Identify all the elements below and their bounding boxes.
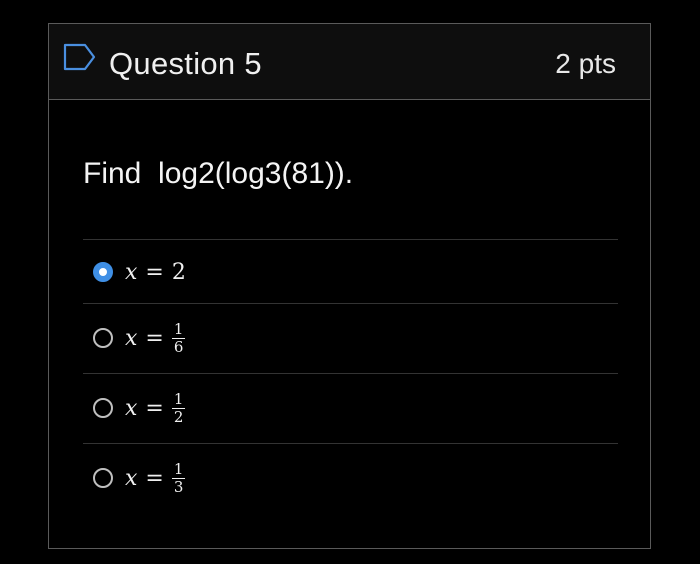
answer-option-4[interactable]: x = 1 3	[83, 443, 618, 513]
flag-icon[interactable]	[63, 42, 97, 72]
question-points: 2 pts	[555, 48, 616, 79]
question-card: Question 5 2 pts Find log2(log3(81)). x …	[48, 23, 651, 549]
radio-button[interactable]	[93, 468, 113, 488]
fraction: 1 2	[171, 389, 186, 426]
radio-button-selected[interactable]	[93, 262, 113, 282]
answer-list: x = 2 x = 1 6 x = 1 2 x = 1 3	[83, 239, 618, 513]
answer-label: x = 1 6	[125, 319, 186, 356]
radio-button[interactable]	[93, 398, 113, 418]
fraction: 1 6	[171, 319, 186, 356]
answer-option-2[interactable]: x = 1 6	[83, 303, 618, 373]
question-title: Question 5	[109, 46, 262, 81]
question-header: Question 5 2 pts	[49, 24, 650, 100]
answer-option-3[interactable]: x = 1 2	[83, 373, 618, 443]
fraction: 1 3	[171, 459, 186, 496]
radio-button[interactable]	[93, 328, 113, 348]
answer-option-1[interactable]: x = 2	[83, 239, 618, 303]
answer-label: x = 1 2	[125, 389, 186, 426]
question-text: Find log2(log3(81)).	[83, 157, 354, 190]
answer-label: x = 1 3	[125, 459, 186, 496]
answer-label: x = 2	[125, 259, 186, 285]
